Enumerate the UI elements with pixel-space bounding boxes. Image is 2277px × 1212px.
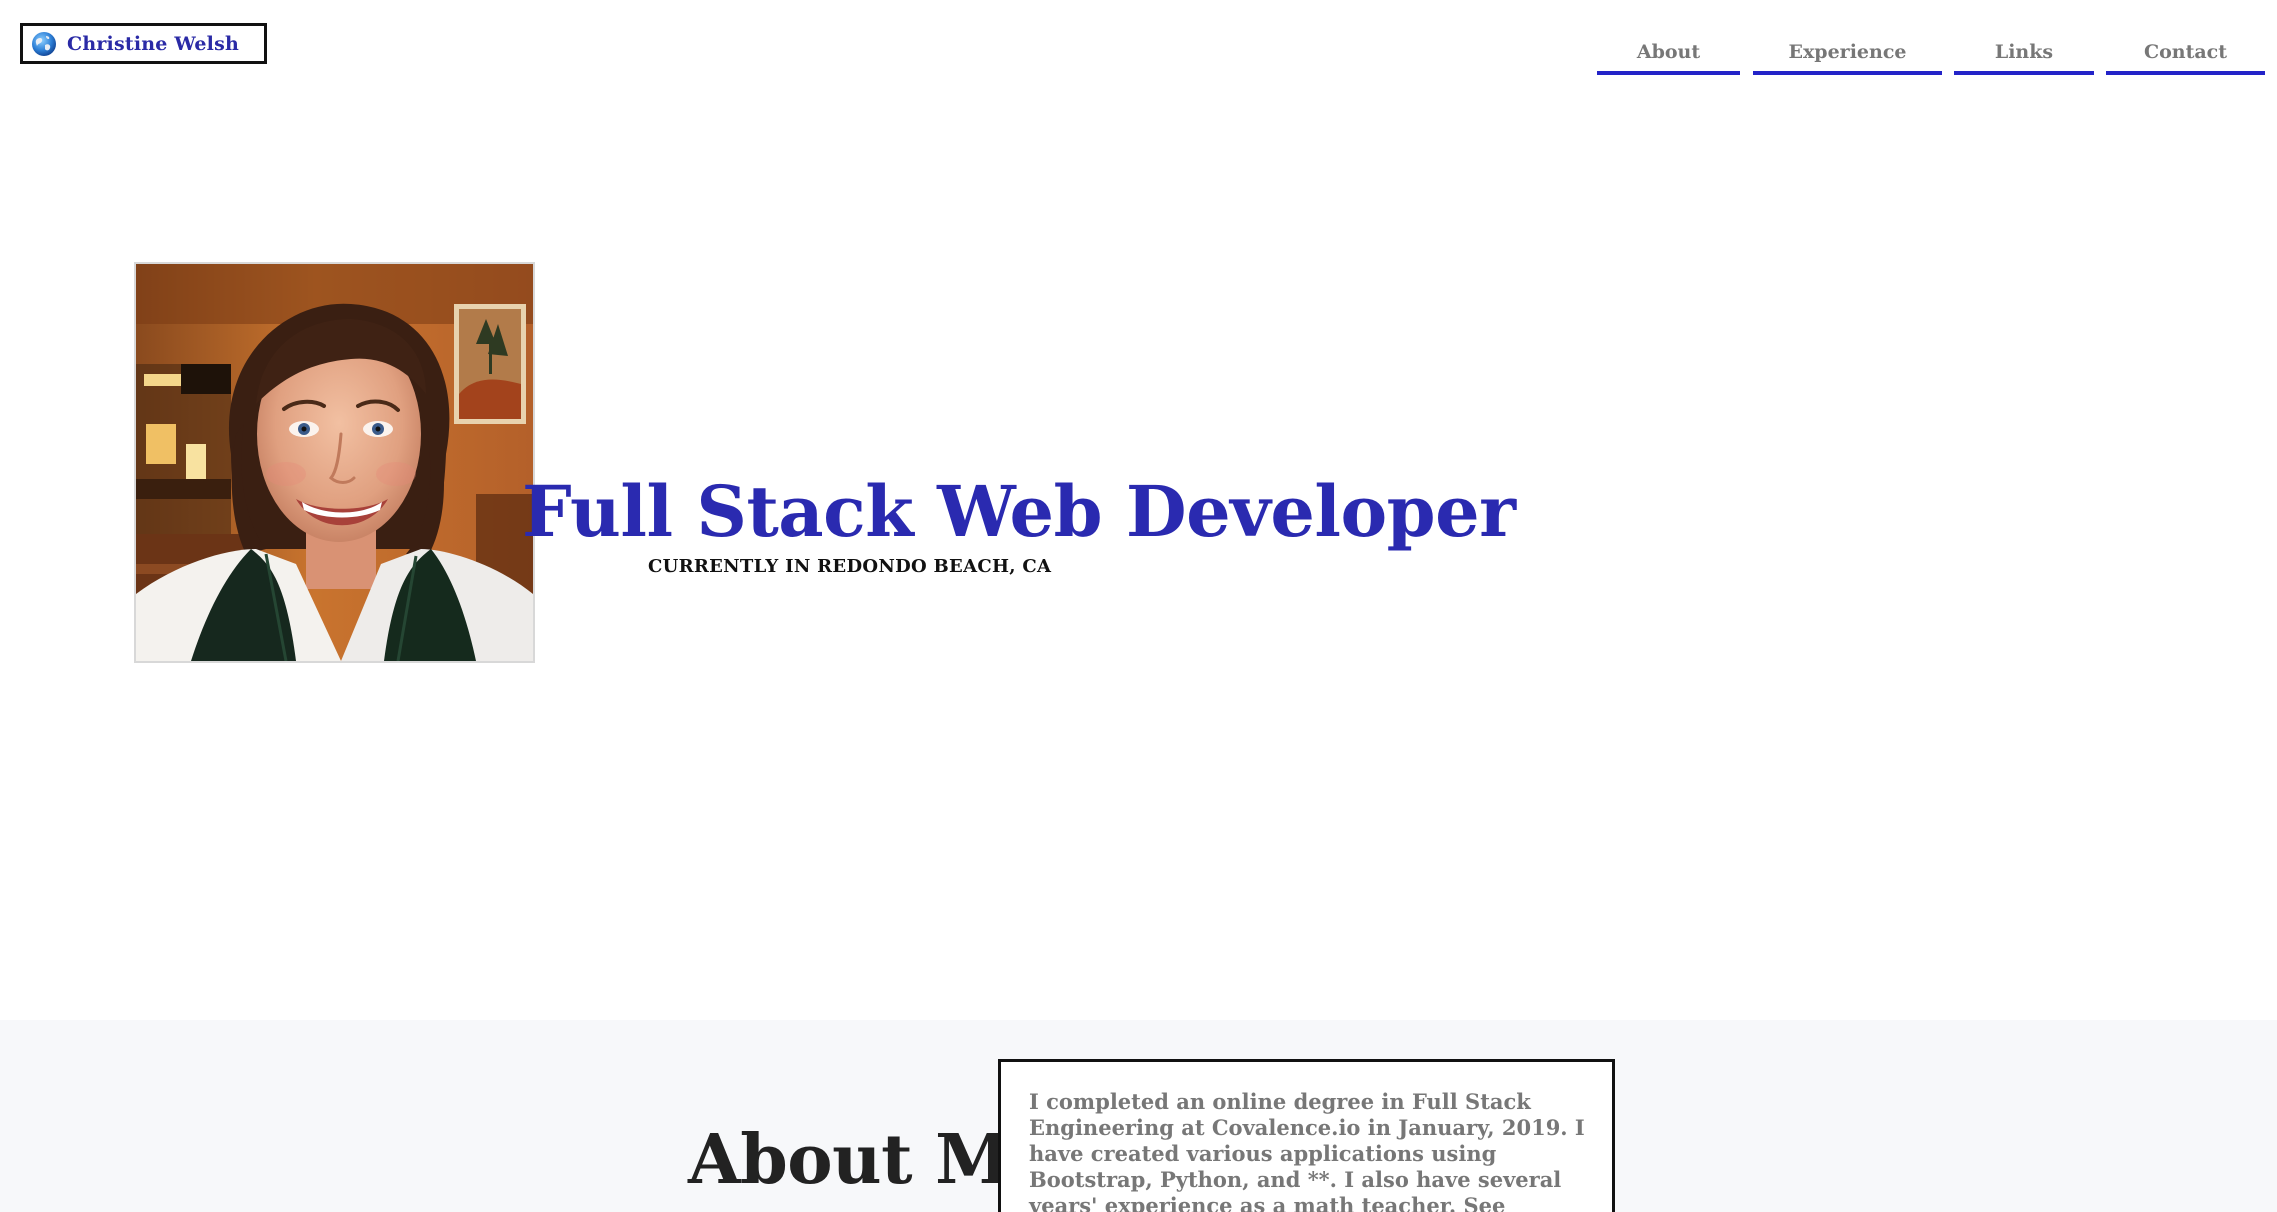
nav-item-contact[interactable]: Contact — [2106, 38, 2265, 75]
page: Christine Welsh About Experience Links C… — [0, 0, 2277, 1212]
nav-item-links[interactable]: Links — [1954, 38, 2094, 75]
nav-item-about[interactable]: About — [1597, 38, 1740, 75]
profile-photo — [134, 262, 535, 663]
about-text-box: I completed an online degree in Full Sta… — [998, 1059, 1615, 1212]
hero-subtitle: CURRENTLY IN REDONDO BEACH, CA — [648, 556, 1052, 577]
about-text: I completed an online degree in Full Sta… — [1029, 1089, 1585, 1212]
nav-item-experience[interactable]: Experience — [1753, 38, 1942, 75]
hero-title: Full Stack Web Developer — [522, 470, 1516, 553]
brand-link[interactable]: Christine Welsh — [20, 23, 267, 64]
brand-name: Christine Welsh — [67, 32, 239, 55]
globe-icon — [31, 31, 57, 57]
